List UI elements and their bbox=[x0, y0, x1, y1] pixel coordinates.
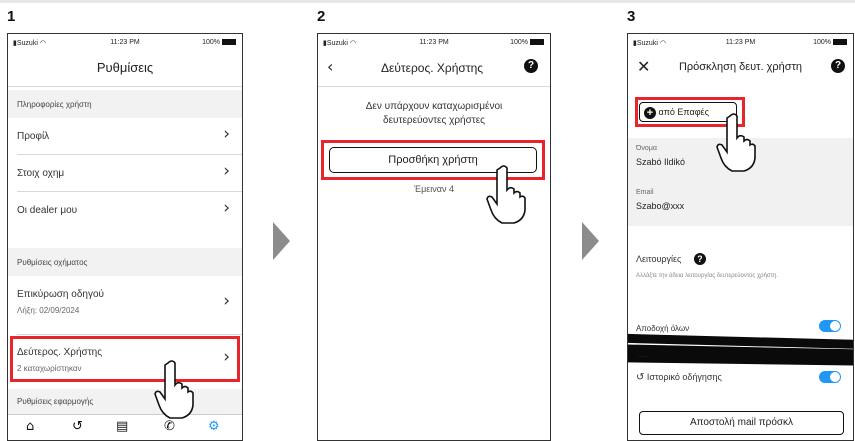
settings-icon[interactable]: ⚙ bbox=[208, 420, 220, 434]
battery-indicator: 100% bbox=[202, 39, 236, 46]
settings-item-profile[interactable]: Προφίλ › bbox=[8, 118, 242, 154]
header: ‹ Δεύτερος. Χρήστης ? bbox=[318, 56, 550, 80]
settings-item-label: Οι dealer μου bbox=[17, 205, 78, 216]
section-vehicle-settings: Ρυθμίσεις οχήματος bbox=[8, 248, 242, 276]
send-invite-mail-button[interactable]: Αποστολή mail πρόσκλ bbox=[639, 411, 844, 435]
chevron-right-icon: › bbox=[223, 291, 230, 311]
settings-item-driver-verification[interactable]: Επικύρωση οδηγού Λήξη: 02/09/2024 › bbox=[8, 278, 242, 324]
next-step-arrow-2 bbox=[582, 222, 599, 260]
functions-heading: Λειτουργίες ? bbox=[636, 253, 706, 265]
status-bar: ▮Suzuki ◠ 11:23 PM 100% bbox=[318, 34, 550, 52]
phone-icon[interactable]: ✆ bbox=[164, 420, 175, 434]
status-bar: ▮Suzuki ◠ 11:23 PM 100% bbox=[8, 34, 242, 52]
settings-item-label: Προφίλ bbox=[17, 131, 50, 142]
empty-message: Δεν υπάρχουν καταχωρισμένοι δευτερεύοντε… bbox=[365, 101, 503, 126]
header-divider bbox=[318, 86, 550, 87]
map-icon[interactable]: ▤ bbox=[116, 420, 128, 434]
bottom-tab-bar: ⌂ ↺ ▤ ✆ ⚙ bbox=[8, 414, 242, 440]
tap-hand-icon bbox=[486, 165, 526, 224]
next-step-arrow-1 bbox=[273, 222, 290, 260]
settings-item-label: Στοιχ οχημ bbox=[17, 168, 65, 179]
email-label: Email bbox=[636, 189, 654, 196]
top-rule bbox=[0, 0, 855, 3]
drive-history-row: ↺ Ιστορικό οδήγησης bbox=[636, 372, 722, 383]
settings-item-label: Επικύρωση οδηγού bbox=[17, 289, 104, 300]
step-number-1: 1 bbox=[7, 8, 16, 25]
battery-indicator: 100% bbox=[510, 39, 544, 46]
status-bar: ▮Suzuki ◠ 11:23 PM 100% bbox=[628, 34, 853, 52]
help-icon[interactable]: ? bbox=[693, 253, 706, 265]
email-value: Szabo@xxx bbox=[636, 201, 685, 211]
accept-all-toggle[interactable] bbox=[819, 320, 841, 332]
chevron-right-icon: › bbox=[223, 124, 230, 144]
chevron-right-icon: › bbox=[223, 161, 230, 181]
phone-screen-secondary-user: ▮Suzuki ◠ 11:23 PM 100% ‹ Δεύτερος. Χρήσ… bbox=[317, 33, 551, 441]
expiry-date: Λήξη: 02/09/2024 bbox=[17, 306, 80, 315]
page-title: Ρυθμίσεις bbox=[96, 60, 154, 75]
header: ✕ Πρόσκληση δευτ. χρήστη ? bbox=[628, 56, 853, 80]
drive-history-toggle[interactable] bbox=[819, 371, 841, 383]
section-app-settings: Ρυθμίσεις εφαρμογής bbox=[8, 389, 242, 415]
page-title: Πρόσκληση δευτ. χρήστη bbox=[678, 61, 803, 73]
battery-icon bbox=[530, 39, 544, 46]
back-icon[interactable]: ‹ bbox=[327, 57, 333, 76]
phone-screen-settings: ▮Suzuki ◠ 11:23 PM 100% Ρυθμίσεις Πληροφ… bbox=[7, 33, 243, 441]
step-number-3: 3 bbox=[627, 8, 636, 25]
name-value: Szabó Ildikó bbox=[636, 157, 686, 167]
email-field[interactable]: Email Szabo@xxx bbox=[628, 182, 853, 226]
battery-icon bbox=[833, 39, 847, 46]
drive-history-label: Ιστορικό οδήγησης bbox=[646, 372, 722, 382]
name-label: Όνομα bbox=[636, 145, 657, 152]
battery-indicator: 100% bbox=[813, 39, 847, 46]
phone-screen-invite-secondary-user: ▮Suzuki ◠ 11:23 PM 100% ✕ Πρόσκληση δευτ… bbox=[627, 33, 854, 441]
page-title: Δεύτερος. Χρήστης bbox=[380, 61, 484, 75]
chevron-right-icon: › bbox=[223, 198, 230, 218]
step-number-2: 2 bbox=[317, 8, 326, 25]
help-icon[interactable]: ? bbox=[831, 59, 845, 73]
section-user-info: Πληροφορίες χρήστη bbox=[8, 90, 242, 118]
tap-hand-icon bbox=[716, 113, 756, 172]
settings-item-vehicle[interactable]: Στοιχ οχημ › bbox=[8, 155, 242, 191]
header-divider bbox=[8, 86, 242, 87]
settings-item-dealers[interactable]: Οι dealer μου › bbox=[8, 192, 242, 228]
history-icon[interactable]: ↺ bbox=[72, 420, 83, 434]
help-icon[interactable]: ? bbox=[524, 59, 538, 73]
accept-all-label: Αποδοχή όλων bbox=[636, 324, 690, 333]
close-icon[interactable]: ✕ bbox=[637, 57, 650, 76]
history-icon: ↺ bbox=[636, 372, 645, 383]
functions-hint: Αλλάξτε την άδεια λειτουργίας δευτερεύον… bbox=[636, 273, 778, 279]
tap-hand-icon bbox=[154, 360, 194, 419]
row-divider bbox=[17, 334, 242, 335]
home-icon[interactable]: ⌂ bbox=[26, 420, 34, 434]
battery-icon bbox=[222, 39, 236, 46]
highlight-box bbox=[10, 336, 240, 382]
